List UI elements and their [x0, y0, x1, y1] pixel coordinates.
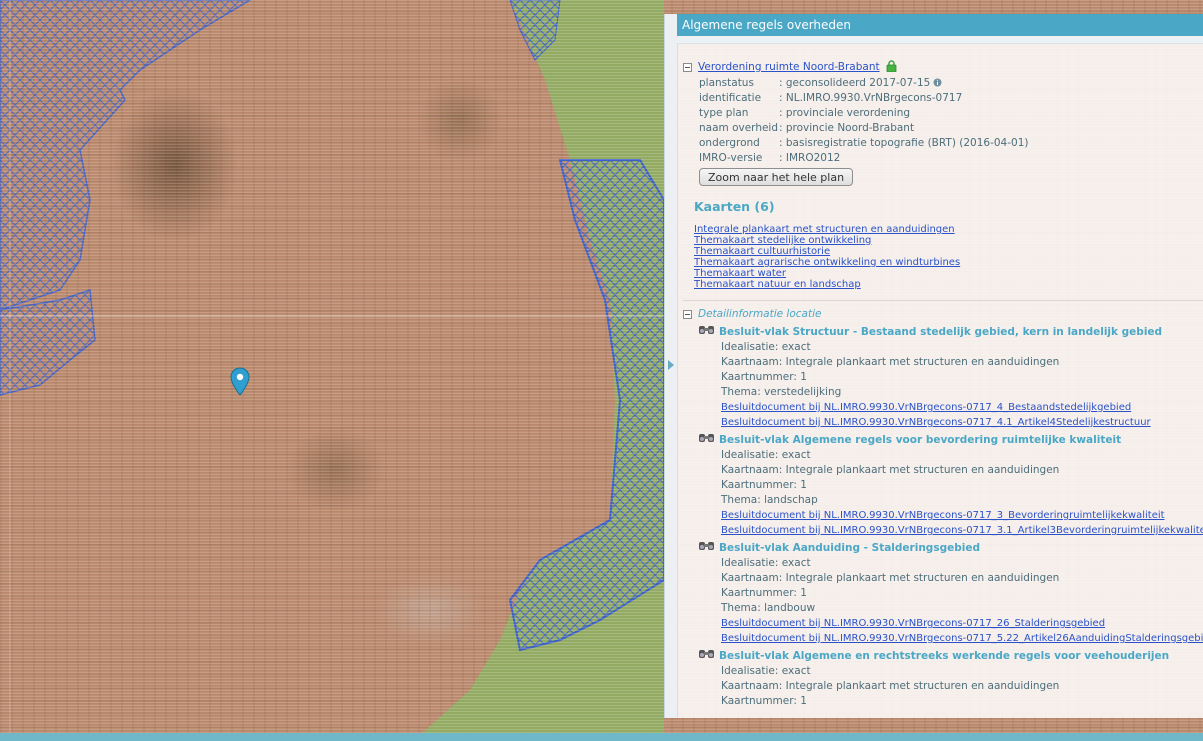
info-panel: Algemene regels overheden Verordening ru… [664, 14, 1203, 718]
map-link[interactable]: Themakaart agrarische ontwikkeling en wi… [694, 257, 1203, 268]
besluitdocument-link[interactable]: Besluitdocument bij NL.IMRO.9930.VrNBrge… [721, 631, 1203, 646]
besluit-vlak-property: Thema: landschap [721, 494, 818, 506]
besluitdocument-link[interactable]: Besluitdocument bij NL.IMRO.9930.VrNBrge… [721, 616, 1203, 631]
plan-header: Verordening ruimte Noord-Brabant [683, 58, 1203, 76]
besluitdocument-link[interactable]: Besluitdocument bij NL.IMRO.9930.VrNBrge… [721, 415, 1203, 430]
zoom-to-plan-button[interactable]: Zoom naar het hele plan [699, 168, 854, 186]
binoculars-icon[interactable] [698, 540, 715, 550]
besluit-vlak-property: Kaartnaam: Integrale plankaart met struc… [721, 572, 1060, 584]
map-link[interactable]: Integrale plankaart met structuren en aa… [694, 224, 1203, 235]
map-link[interactable]: Themakaart natuur en landschap [694, 279, 1203, 290]
collapse-toggle-icon[interactable] [683, 62, 692, 72]
plan-title-link[interactable]: Verordening ruimte Noord-Brabant [698, 61, 880, 73]
plan-properties: planstatus: geconsolideerd 2017-07-15 id… [699, 76, 1203, 166]
map-link[interactable]: Themakaart cultuurhistorie [694, 246, 1203, 257]
plan-property-row: identificatie: NL.IMRO.9930.VrNBrgecons-… [699, 92, 963, 104]
plan-property-row: IMRO-versie: IMRO2012 [699, 152, 841, 164]
panel-title: Algemene regels overheden [677, 14, 1203, 36]
besluit-vlak: Besluit-vlak Structuur - Bestaand stedel… [698, 324, 1203, 430]
maps-list: Integrale plankaart met structuren en aa… [694, 224, 1203, 290]
besluit-vlak-property: Thema: verstedelijking [721, 386, 842, 398]
panel-content[interactable]: Verordening ruimte Noord-Brabant plansta… [683, 58, 1203, 718]
besluitdocument-link[interactable]: Besluitdocument bij NL.IMRO.9930.VrNBrge… [721, 400, 1203, 415]
besluit-vlak: Besluit-vlak Algemene en rechtstreeks we… [698, 648, 1203, 709]
besluit-vlak-property: Idealisatie: exact [721, 557, 811, 569]
besluit-vlak-title[interactable]: Besluit-vlak Aanduiding - Stalderingsgeb… [719, 542, 980, 554]
besluit-vlak: Besluit-vlak Algemene regels voor bevord… [698, 432, 1203, 538]
plan-property-row: naam overheid: provincie Noord-Brabant [699, 122, 915, 134]
besluit-vlak-title[interactable]: Besluit-vlak Structuur - Bestaand stedel… [719, 326, 1162, 338]
maps-section-title: Kaarten (6) [694, 199, 775, 214]
besluitdocument-link[interactable]: Besluitdocument bij NL.IMRO.9930.VrNBrge… [721, 523, 1203, 538]
binoculars-icon[interactable] [698, 648, 715, 658]
map-bottom-strip [0, 733, 1203, 741]
map-link[interactable]: Themakaart stedelijke ontwikkeling [694, 235, 1203, 246]
besluit-vlak-property: Kaartnummer: 1 [721, 371, 807, 383]
besluit-vlak-property: Kaartnummer: 1 [721, 587, 807, 599]
besluit-vlak-title[interactable]: Besluit-vlak Algemene en rechtstreeks we… [719, 650, 1169, 662]
binoculars-icon[interactable] [698, 432, 715, 442]
besluitdocument-link[interactable]: Besluitdocument bij NL.IMRO.9930.VrNBrge… [721, 508, 1203, 523]
divider [683, 300, 1203, 301]
besluit-vlak-property: Kaartnummer: 1 [721, 479, 807, 491]
plan-property-row: type plan: provinciale verordening [699, 107, 911, 119]
collapse-arrow-icon[interactable] [668, 360, 674, 370]
map-link[interactable]: Themakaart water [694, 268, 1203, 279]
plan-property-row: planstatus: geconsolideerd 2017-07-15 [699, 76, 1203, 91]
binoculars-icon[interactable] [698, 324, 715, 334]
collapse-toggle-icon[interactable] [683, 309, 692, 319]
besluit-vlak-title[interactable]: Besluit-vlak Algemene regels voor bevord… [719, 434, 1121, 446]
besluit-vlak-property: Kaartnaam: Integrale plankaart met struc… [721, 680, 1060, 692]
panel-collapse-handle[interactable] [665, 14, 678, 718]
location-marker-icon[interactable] [229, 367, 251, 397]
lock-icon [886, 60, 897, 73]
besluit-vlak-property: Kaartnummer: 1 [721, 695, 807, 707]
info-icon[interactable] [933, 77, 942, 87]
besluit-vlak-property: Kaartnaam: Integrale plankaart met struc… [721, 464, 1060, 476]
besluit-vlak-property: Thema: landbouw [721, 602, 816, 614]
plan-property-row: ondergrond: basisregistratie topografie … [699, 137, 1029, 149]
besluit-vlak-property: Kaartnaam: Integrale plankaart met struc… [721, 356, 1060, 368]
detail-header: Detailinformatie locatie [683, 306, 1203, 322]
detail-section-title: Detailinformatie locatie [698, 308, 822, 320]
besluit-vlak: Besluit-vlak Aanduiding - Stalderingsgeb… [698, 540, 1203, 646]
besluit-vlak-property: Idealisatie: exact [721, 341, 811, 353]
besluit-vlak-property: Idealisatie: exact [721, 665, 811, 677]
besluit-vlak-property: Idealisatie: exact [721, 449, 811, 461]
